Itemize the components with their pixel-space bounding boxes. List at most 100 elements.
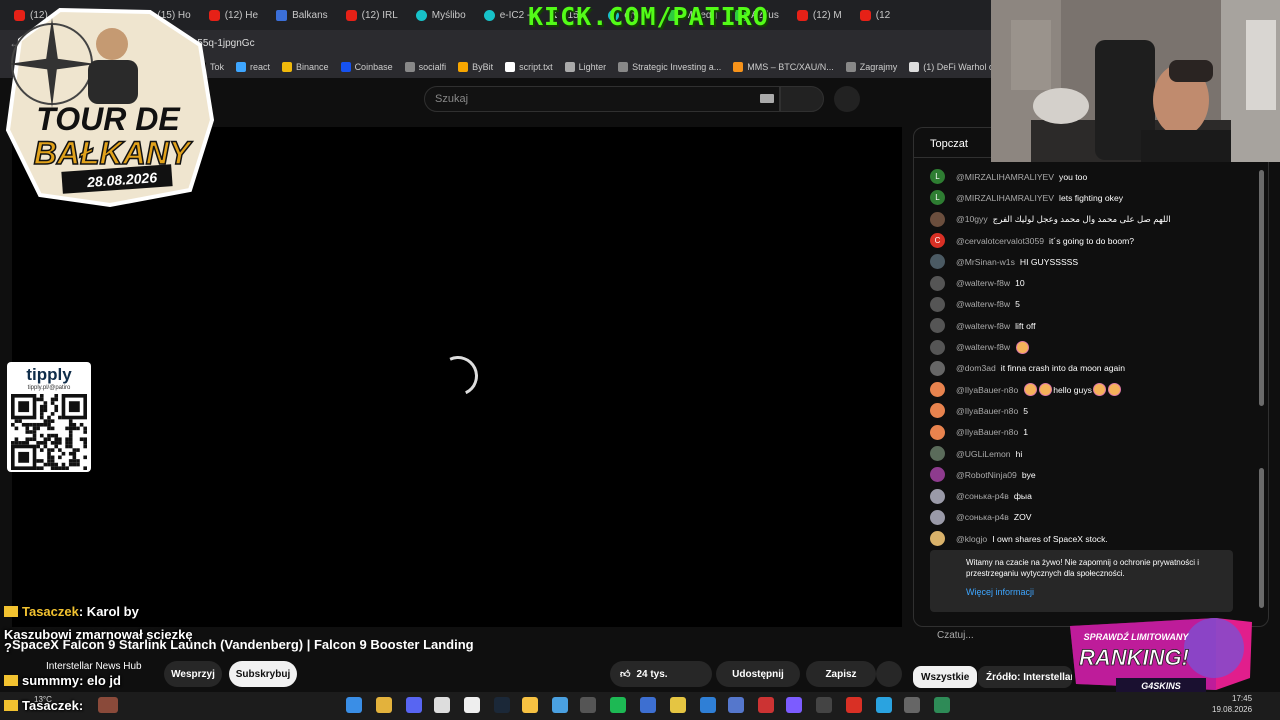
phone-icon[interactable] bbox=[580, 697, 596, 713]
avatar[interactable] bbox=[930, 254, 945, 270]
chat-author[interactable]: @MIRZALIHAMRALIYEV bbox=[956, 193, 1054, 203]
app-icon[interactable] bbox=[98, 697, 118, 713]
bookmark-item[interactable]: script.txt bbox=[505, 62, 553, 72]
avatar[interactable]: L bbox=[930, 169, 945, 185]
channel-name[interactable]: Interstellar News Hub bbox=[46, 661, 142, 672]
avatar[interactable] bbox=[930, 509, 945, 525]
spotify-icon[interactable] bbox=[610, 697, 626, 713]
chat-author[interactable]: @RobotNinja09 bbox=[956, 470, 1017, 480]
browser-tab[interactable]: (12) IRL bbox=[338, 3, 406, 27]
chat-message[interactable]: @сонька-р4в фыа bbox=[914, 485, 1254, 506]
bookmark-item[interactable]: socialfi bbox=[404, 62, 446, 72]
chat-author[interactable]: @MIRZALIHAMRALIYEV bbox=[956, 172, 1054, 182]
avatar[interactable] bbox=[930, 446, 945, 461]
close-x-icon[interactable] bbox=[700, 697, 716, 713]
chat-author[interactable]: @walterw-f8w bbox=[956, 342, 1010, 352]
chat-author[interactable]: @walterw-f8w bbox=[956, 299, 1010, 309]
chat-message[interactable]: @IlyaBauer-n8o 1 bbox=[914, 422, 1254, 443]
avatar[interactable] bbox=[930, 318, 945, 334]
chip-all[interactable]: Wszystkie bbox=[913, 666, 978, 688]
chat-notice-link[interactable]: Więcej informacji bbox=[966, 587, 1221, 598]
browser-tab[interactable]: (12 bbox=[852, 3, 910, 27]
g4skins-ranking-ad[interactable]: SPRAWDŹ LIMITOWANY RANKING! G4SKINS bbox=[1066, 612, 1256, 694]
search-input[interactable]: Szukaj bbox=[424, 86, 780, 112]
search-button[interactable] bbox=[780, 86, 824, 112]
chat-message[interactable]: @MrSinan-w1s HI GUYSSSSS bbox=[914, 251, 1254, 272]
avatar[interactable] bbox=[930, 467, 945, 483]
browser-tab[interactable]: Balkans bbox=[268, 3, 336, 27]
more-actions-icon[interactable] bbox=[876, 661, 902, 687]
bookmark-item[interactable]: ByBit bbox=[458, 62, 493, 72]
chat-scrollbar-thumb[interactable] bbox=[1259, 468, 1264, 608]
chat-message[interactable]: @klogjo I own shares of SpaceX stock. bbox=[914, 528, 1254, 549]
bookmark-item[interactable]: Zagrajmy bbox=[845, 62, 897, 72]
app-icon[interactable] bbox=[758, 697, 774, 713]
chat-message[interactable]: @walterw-f8w bbox=[914, 336, 1254, 357]
chip-source[interactable]: Źródło: Interstellar N bbox=[978, 666, 1072, 688]
chat-message[interactable]: L @MIRZALIHAMRALIYEV lets fighting okey bbox=[914, 187, 1254, 208]
bookmark-item[interactable]: Coinbase bbox=[340, 62, 393, 72]
chat-message[interactable]: @сонька-р4в ZOV bbox=[914, 507, 1254, 528]
windows-icon[interactable] bbox=[346, 697, 362, 713]
app-icon[interactable] bbox=[816, 697, 832, 713]
chat-message[interactable]: L @MIRZALIHAMRALIYEV you too bbox=[914, 166, 1254, 187]
telegram-icon[interactable] bbox=[876, 697, 892, 713]
chat-message[interactable]: @walterw-f8w 5 bbox=[914, 294, 1254, 315]
app-icon[interactable] bbox=[846, 697, 862, 713]
avatar[interactable] bbox=[930, 360, 945, 376]
media-icon[interactable] bbox=[640, 697, 656, 713]
chat-author[interactable]: @MrSinan-w1s bbox=[956, 257, 1015, 267]
chat-message[interactable]: @IlyaBauer-n8o hello guys bbox=[914, 379, 1254, 400]
app-icon[interactable] bbox=[786, 697, 802, 713]
avatar[interactable] bbox=[930, 275, 945, 291]
discord-icon[interactable] bbox=[406, 697, 422, 713]
chat-author[interactable]: @сонька-р4в bbox=[956, 491, 1009, 501]
app-icon[interactable] bbox=[728, 697, 744, 713]
chat-message[interactable]: @UGLiLemon hi bbox=[914, 443, 1254, 464]
chat-author[interactable]: @IlyaBauer-n8o bbox=[956, 427, 1018, 437]
chat-message[interactable]: C @cervalotcervalot3059 it´s going to do b… bbox=[914, 230, 1254, 251]
edge-icon[interactable] bbox=[552, 697, 568, 713]
bookmark-item[interactable]: Lighter bbox=[564, 62, 606, 72]
bookmark-item[interactable]: MMS – BTC/XAU/N... bbox=[733, 62, 834, 72]
chat-author[interactable]: @walterw-f8w bbox=[956, 278, 1010, 288]
chat-author[interactable]: @10gyy bbox=[956, 214, 988, 224]
chat-message[interactable]: @RobotNinja09 bye bbox=[914, 464, 1254, 485]
keyboard-icon[interactable] bbox=[760, 94, 774, 103]
chat-author[interactable]: @IlyaBauer-n8o bbox=[956, 406, 1018, 416]
app-icon[interactable] bbox=[434, 697, 450, 713]
avatar[interactable] bbox=[930, 296, 945, 312]
app-icon[interactable] bbox=[934, 697, 950, 713]
avatar[interactable]: C bbox=[930, 233, 945, 249]
browser-tab[interactable]: (12) M bbox=[789, 3, 850, 27]
chat-author[interactable]: @dom3ad bbox=[956, 363, 996, 373]
share-button[interactable]: Udostępnij bbox=[716, 661, 800, 687]
avatar[interactable] bbox=[930, 403, 945, 419]
avatar[interactable] bbox=[930, 339, 945, 355]
chrome-icon[interactable] bbox=[376, 697, 392, 713]
browser-tab[interactable]: Myślibo bbox=[408, 3, 474, 27]
like-button[interactable]: 👍︎ 24 tys. bbox=[610, 661, 712, 687]
app-icon[interactable] bbox=[904, 697, 920, 713]
avatar[interactable]: L bbox=[930, 190, 945, 206]
subscribe-button[interactable]: Subskrybuj bbox=[229, 661, 297, 687]
support-button[interactable]: Wesprzyj bbox=[164, 661, 222, 687]
avatar[interactable] bbox=[930, 382, 945, 398]
chat-author[interactable]: @сонька-р4в bbox=[956, 512, 1009, 522]
clock[interactable]: 17:45 19.08.2026 bbox=[1212, 693, 1252, 715]
chat-message[interactable]: @IlyaBauer-n8o 5 bbox=[914, 400, 1254, 421]
chat-author[interactable]: @IlyaBauer-n8o bbox=[956, 385, 1018, 395]
github-icon[interactable] bbox=[464, 697, 480, 713]
steam-icon[interactable] bbox=[494, 697, 510, 713]
chat-message[interactable]: @10gyy اللهم صل على محمد وال محمد وعجل لو… bbox=[914, 209, 1254, 230]
chat-author[interactable]: @cervalotcervalot3059 bbox=[956, 236, 1044, 246]
avatar[interactable] bbox=[930, 488, 945, 504]
folder-icon[interactable] bbox=[522, 697, 538, 713]
avatar[interactable] bbox=[930, 531, 945, 547]
chat-author[interactable]: @walterw-f8w bbox=[956, 321, 1010, 331]
bookmark-item[interactable]: Strategic Investing a... bbox=[618, 62, 721, 72]
chat-author[interactable]: @klogjo bbox=[956, 534, 987, 544]
avatar[interactable] bbox=[930, 211, 945, 227]
chat-message[interactable]: @dom3ad it finna crash into da moon again bbox=[914, 358, 1254, 379]
chat-scrollbar[interactable] bbox=[1259, 170, 1264, 406]
